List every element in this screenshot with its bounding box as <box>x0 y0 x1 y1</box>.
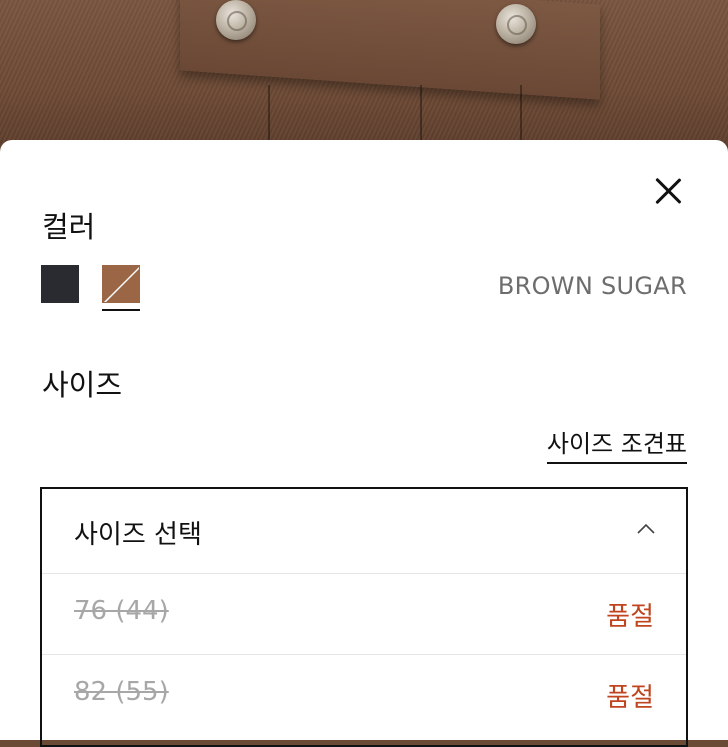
product-button <box>216 0 256 40</box>
chevron-up-icon <box>637 523 655 534</box>
soldout-badge: 품절 <box>606 602 654 632</box>
close-icon[interactable] <box>652 174 686 208</box>
selected-swatch-indicator <box>102 309 140 311</box>
size-option-label: 82 (55) <box>74 677 169 707</box>
soldout-badge: 품절 <box>606 683 654 713</box>
size-select-placeholder: 사이즈 선택 <box>74 520 202 550</box>
selected-color-name: BROWN SUGAR <box>497 272 687 300</box>
size-section-title: 사이즈 <box>42 368 123 402</box>
color-swatch-black[interactable] <box>41 265 79 303</box>
size-option[interactable]: 82 (55) 품절 <box>42 654 686 735</box>
color-swatch-brown[interactable] <box>102 265 140 303</box>
soldout-slash-icon <box>103 266 139 302</box>
size-select-dropdown: 사이즈 선택 76 (44) 품절 82 (55) 품절 <box>40 487 688 747</box>
product-button <box>496 4 536 44</box>
product-image <box>0 0 728 150</box>
size-option[interactable]: 76 (44) 품절 <box>42 573 686 654</box>
size-option-label: 76 (44) <box>74 596 169 626</box>
size-guide-link[interactable]: 사이즈 조견표 <box>546 424 687 464</box>
size-select-toggle[interactable]: 사이즈 선택 <box>42 489 686 573</box>
color-section-title: 컬러 <box>42 210 96 244</box>
